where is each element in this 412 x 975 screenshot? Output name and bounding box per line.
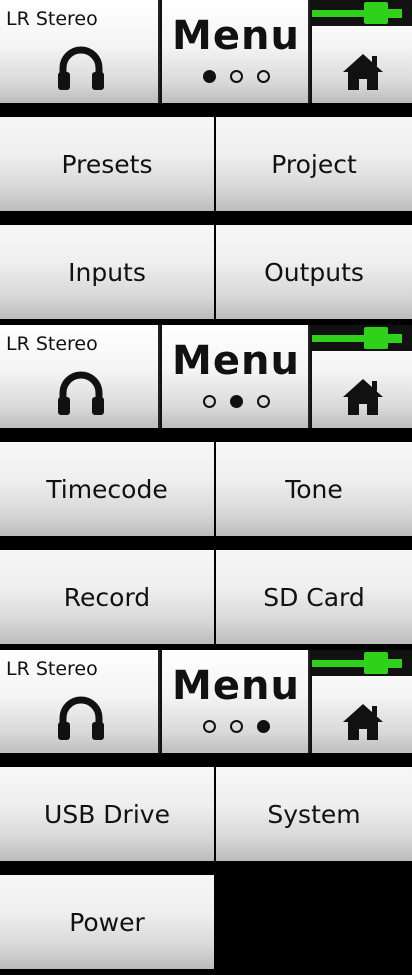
menu-page-indicator[interactable]: Menu bbox=[162, 0, 310, 103]
menu-title: Menu bbox=[172, 13, 300, 59]
inputs-button[interactable]: Inputs bbox=[0, 225, 214, 319]
header-bar: LR Stereo Menu bbox=[0, 0, 412, 103]
timecode-button[interactable]: Timecode bbox=[0, 442, 214, 536]
record-button[interactable]: Record bbox=[0, 550, 214, 644]
presets-button[interactable]: Presets bbox=[0, 117, 214, 211]
home-icon bbox=[343, 379, 383, 415]
monitor-label: LR Stereo bbox=[6, 8, 98, 30]
level-meter-tail bbox=[388, 659, 402, 668]
menu-screen-page-1: LR Stereo Menu Presets Project Inputs Ou… bbox=[0, 0, 412, 325]
monitor-label: LR Stereo bbox=[6, 658, 98, 680]
page-dot-1-active bbox=[202, 70, 216, 83]
monitor-button[interactable]: LR Stereo bbox=[0, 0, 160, 103]
headphones-icon bbox=[58, 371, 104, 415]
page-dots bbox=[162, 392, 310, 412]
menu-screens: LR Stereo Menu Presets Project Inputs Ou… bbox=[0, 0, 412, 975]
level-meter bbox=[312, 325, 412, 351]
page-dots bbox=[162, 717, 310, 737]
headphones-icon bbox=[58, 46, 104, 90]
level-meter-tail bbox=[388, 334, 402, 343]
page-dot-3-active bbox=[256, 720, 270, 733]
level-meter-peak bbox=[364, 652, 388, 674]
page-dot-1 bbox=[202, 720, 216, 733]
headphones-icon bbox=[58, 696, 104, 740]
level-meter-peak bbox=[364, 327, 388, 349]
page-dot-2 bbox=[229, 720, 243, 733]
menu-title: Menu bbox=[172, 663, 300, 709]
menu-page-indicator[interactable]: Menu bbox=[162, 325, 310, 428]
page-dot-2 bbox=[229, 70, 243, 83]
home-button[interactable] bbox=[312, 325, 412, 428]
level-meter bbox=[312, 650, 412, 676]
monitor-label: LR Stereo bbox=[6, 333, 98, 355]
monitor-button[interactable]: LR Stereo bbox=[0, 325, 160, 428]
project-button[interactable]: Project bbox=[216, 117, 412, 211]
power-button[interactable]: Power bbox=[0, 875, 214, 969]
menu-screen-page-3: LR Stereo Menu USB Drive System Power bbox=[0, 650, 412, 975]
level-meter-bar bbox=[312, 10, 364, 17]
usb-drive-button[interactable]: USB Drive bbox=[0, 767, 214, 861]
page-dot-3 bbox=[256, 70, 270, 83]
header-bar: LR Stereo Menu bbox=[0, 650, 412, 753]
menu-title: Menu bbox=[172, 338, 300, 384]
header-bar: LR Stereo Menu bbox=[0, 325, 412, 428]
outputs-button[interactable]: Outputs bbox=[216, 225, 412, 319]
home-button[interactable] bbox=[312, 0, 412, 103]
level-meter-bar bbox=[312, 335, 364, 342]
level-meter bbox=[312, 0, 412, 26]
menu-screen-page-2: LR Stereo Menu Timecode Tone Record SD C… bbox=[0, 325, 412, 650]
empty-slot bbox=[216, 875, 412, 969]
page-dots bbox=[162, 67, 310, 87]
page-dot-1 bbox=[202, 395, 216, 408]
monitor-button[interactable]: LR Stereo bbox=[0, 650, 160, 753]
home-icon bbox=[343, 54, 383, 90]
level-meter-tail bbox=[388, 9, 402, 18]
home-button[interactable] bbox=[312, 650, 412, 753]
level-meter-bar bbox=[312, 660, 364, 667]
sd-card-button[interactable]: SD Card bbox=[216, 550, 412, 644]
home-icon bbox=[343, 704, 383, 740]
level-meter-peak bbox=[364, 2, 388, 24]
page-dot-2-active bbox=[229, 395, 243, 408]
system-button[interactable]: System bbox=[216, 767, 412, 861]
page-dot-3 bbox=[256, 395, 270, 408]
tone-button[interactable]: Tone bbox=[216, 442, 412, 536]
menu-page-indicator[interactable]: Menu bbox=[162, 650, 310, 753]
